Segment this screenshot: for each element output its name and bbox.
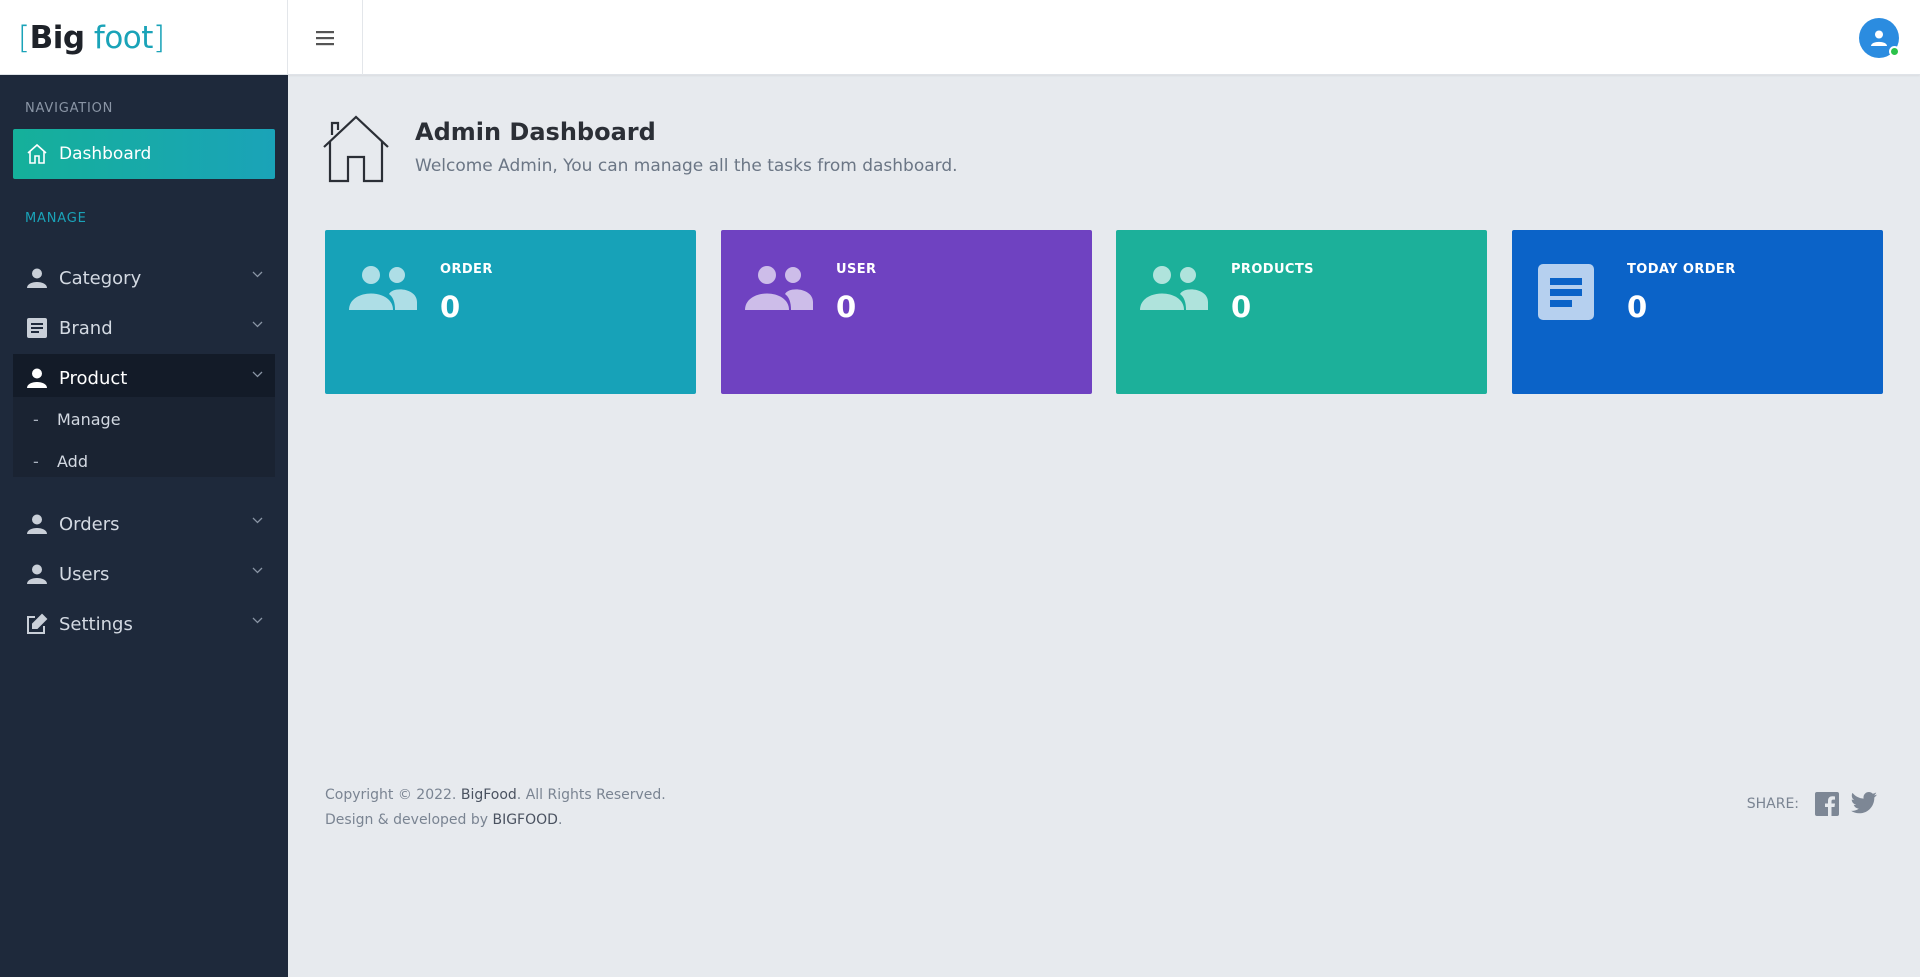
facebook-icon[interactable] — [1815, 792, 1839, 816]
submenu-dash: - — [33, 451, 39, 471]
user-icon — [25, 366, 49, 390]
edit-icon — [25, 612, 49, 636]
card-label: PRODUCTS — [1231, 262, 1314, 277]
chevron-down-icon — [252, 517, 263, 524]
navigation-section-label: NAVIGATION — [25, 101, 114, 116]
user-icon — [25, 512, 49, 536]
sidebar-item-dashboard[interactable]: Dashboard — [13, 129, 275, 179]
footer-copyright: Copyright © 2022. BigFood. All Rights Re… — [325, 783, 666, 833]
copyright-line: Copyright © 2022. BigFood. All Rights Re… — [325, 783, 666, 808]
user-icon — [1871, 30, 1887, 46]
sidebar-item-label: Brand — [59, 317, 113, 339]
sidebar-item-product[interactable]: Product — [13, 354, 275, 402]
sidebar-item-category[interactable]: Category — [13, 254, 275, 302]
home-icon — [323, 115, 389, 183]
sidebar-item-label: Users — [59, 563, 110, 585]
page-title: Admin Dashboard — [415, 118, 656, 146]
submenu-item-add[interactable]: - Add — [13, 443, 275, 479]
hamburger-icon — [316, 30, 334, 45]
design-brand-link[interactable]: BIGFOOD — [492, 812, 557, 828]
menu-toggle-button[interactable] — [288, 0, 363, 75]
manage-section-label: MANAGE — [25, 211, 87, 226]
document-icon — [1538, 264, 1594, 320]
chevron-down-icon — [252, 321, 263, 328]
user-icon — [25, 266, 49, 290]
logo[interactable]: [Big foot] — [18, 20, 165, 56]
share-label: SHARE: — [1746, 796, 1799, 812]
top-header: [Big foot] — [0, 0, 1920, 75]
sidebar: NAVIGATION Dashboard MANAGE Category Bra… — [0, 75, 288, 977]
stat-card-products[interactable]: PRODUCTS 0 — [1116, 230, 1487, 394]
sidebar-item-brand[interactable]: Brand — [13, 304, 275, 352]
sidebar-item-label: Category — [59, 267, 142, 289]
logo-bracket-open: [ — [18, 19, 30, 56]
submenu-dash: - — [33, 409, 39, 429]
page-subtitle: Welcome Admin, You can manage all the ta… — [415, 156, 958, 176]
logo-area[interactable]: [Big foot] — [0, 0, 288, 75]
user-icon — [25, 562, 49, 586]
chevron-down-icon — [252, 567, 263, 574]
chevron-down-icon — [252, 617, 263, 624]
card-label: USER — [836, 262, 877, 277]
submenu-item-label: Add — [57, 451, 88, 471]
design-line: Design & developed by BIGFOOD. — [325, 808, 666, 833]
sidebar-item-label: Settings — [59, 613, 133, 635]
sidebar-item-settings[interactable]: Settings — [13, 600, 275, 648]
stat-card-today-order[interactable]: TODAY ORDER 0 — [1512, 230, 1883, 394]
logo-foot: foot — [93, 19, 154, 56]
submenu-item-manage[interactable]: - Manage — [13, 401, 275, 437]
sidebar-item-label: Product — [59, 367, 128, 389]
copyright-prefix: Copyright © 2022. — [325, 787, 461, 803]
sidebar-item-label: Dashboard — [59, 144, 152, 164]
user-avatar[interactable] — [1859, 18, 1900, 58]
users-icon — [1140, 266, 1208, 310]
product-submenu: - Manage - Add — [13, 397, 275, 477]
users-icon — [745, 266, 813, 310]
chevron-down-icon — [252, 271, 263, 278]
card-value: 0 — [836, 290, 857, 324]
sidebar-item-label: Orders — [59, 513, 120, 535]
logo-big: Big — [29, 19, 85, 56]
twitter-icon[interactable] — [1851, 792, 1877, 814]
chevron-down-icon — [252, 371, 263, 378]
submenu-item-label: Manage — [57, 409, 121, 429]
card-label: ORDER — [440, 262, 493, 277]
sidebar-item-orders[interactable]: Orders — [13, 500, 275, 548]
copyright-suffix: . All Rights Reserved. — [516, 787, 666, 803]
design-suffix: . — [557, 812, 563, 828]
sidebar-item-users[interactable]: Users — [13, 550, 275, 598]
home-icon — [27, 143, 47, 164]
card-value: 0 — [1627, 290, 1648, 324]
logo-bracket-close: ] — [152, 19, 165, 56]
online-status-dot — [1889, 46, 1900, 57]
users-icon — [349, 266, 417, 310]
copyright-brand-link[interactable]: BigFood — [461, 787, 517, 803]
card-value: 0 — [440, 290, 461, 324]
card-value: 0 — [1231, 290, 1252, 324]
stat-card-user[interactable]: USER 0 — [721, 230, 1092, 394]
document-icon — [25, 316, 49, 340]
card-label: TODAY ORDER — [1627, 262, 1736, 277]
stat-card-order[interactable]: ORDER 0 — [325, 230, 696, 394]
design-prefix: Design & developed by — [325, 812, 493, 828]
